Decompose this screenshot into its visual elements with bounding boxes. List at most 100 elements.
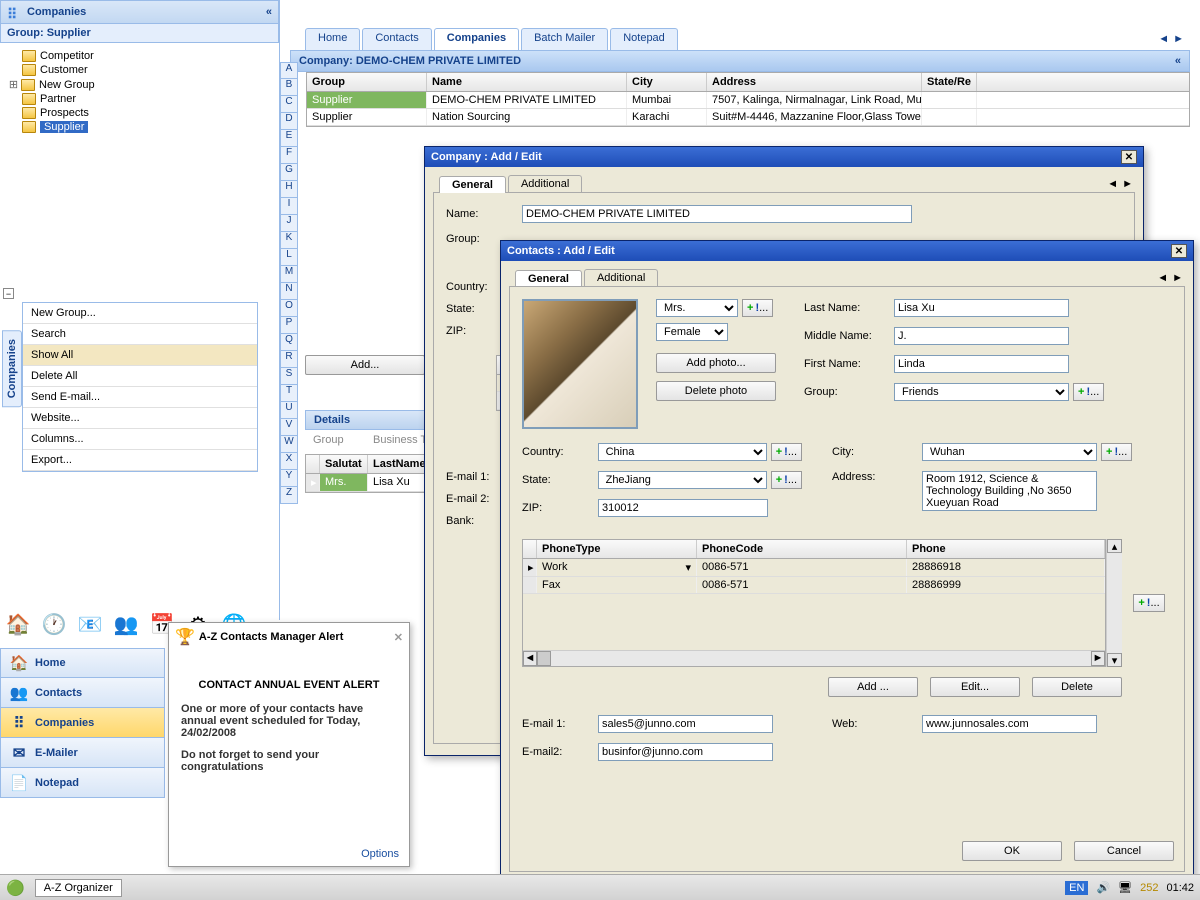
country-select[interactable]: China <box>598 443 767 461</box>
add-option-button[interactable]: +! ... <box>1133 594 1164 612</box>
add-option-button[interactable]: +! ... <box>742 299 773 317</box>
email1-input[interactable] <box>598 715 773 733</box>
phone-row[interactable]: ▸ Work▾ 0086-571 28886918 <box>523 559 1105 577</box>
az-letter-b[interactable]: B <box>280 79 298 96</box>
salutation-select[interactable]: Mrs. <box>656 299 738 317</box>
nav-notepad[interactable]: 📄Notepad <box>0 768 165 798</box>
close-icon[interactable]: ✕ <box>1171 244 1187 258</box>
az-letter-t[interactable]: T <box>280 385 298 402</box>
next-icon[interactable]: ► <box>1172 272 1183 284</box>
address-input[interactable]: Room 1912, Science & Technology Building… <box>922 471 1097 511</box>
nav-contacts[interactable]: 👥Contacts <box>0 678 165 708</box>
start-icon[interactable]: 🟢 <box>6 879 25 897</box>
state-select[interactable]: ZheJiang <box>598 471 767 489</box>
az-letter-e[interactable]: E <box>280 130 298 147</box>
az-letter-a[interactable]: A <box>280 62 298 79</box>
close-icon[interactable]: ✕ <box>394 631 403 644</box>
col-state[interactable]: State/Re <box>922 73 977 91</box>
web-input[interactable] <box>922 715 1097 733</box>
tree-item-competitor[interactable]: Competitor <box>4 49 275 63</box>
delete-photo-button[interactable]: Delete photo <box>656 381 776 401</box>
az-letter-v[interactable]: V <box>280 419 298 436</box>
az-letter-f[interactable]: F <box>280 147 298 164</box>
az-letter-z[interactable]: Z <box>280 487 298 504</box>
delete-phone-button[interactable]: Delete <box>1032 677 1122 697</box>
tab-contacts[interactable]: Contacts <box>362 28 431 50</box>
company-name-input[interactable] <box>522 205 912 223</box>
az-letter-u[interactable]: U <box>280 402 298 419</box>
col-phone[interactable]: Phone <box>907 540 1105 558</box>
tree-item-customer[interactable]: Customer <box>4 63 275 77</box>
menu-send-email[interactable]: Send E-mail... <box>23 387 257 408</box>
mail-icon[interactable]: 📧 <box>76 610 104 638</box>
az-letter-y[interactable]: Y <box>280 470 298 487</box>
tab-additional[interactable]: Additional <box>584 269 658 286</box>
az-letter-n[interactable]: N <box>280 283 298 300</box>
add-phone-button[interactable]: Add ... <box>828 677 918 697</box>
zip-input[interactable] <box>598 499 768 517</box>
az-letter-q[interactable]: Q <box>280 334 298 351</box>
add-button[interactable]: Add... <box>305 355 425 375</box>
home-icon[interactable]: 🏠 <box>4 610 32 638</box>
col-group[interactable]: Group <box>307 73 427 91</box>
add-option-button[interactable]: +! ... <box>771 471 802 489</box>
menu-search[interactable]: Search <box>23 324 257 345</box>
city-select[interactable]: Wuhan <box>922 443 1097 461</box>
grid-row[interactable]: Supplier Nation Sourcing Karachi Suit#M-… <box>307 109 1189 126</box>
col-address[interactable]: Address <box>707 73 922 91</box>
col-name[interactable]: Name <box>427 73 627 91</box>
nav-emailer[interactable]: ✉E-Mailer <box>0 738 165 768</box>
col-salutation[interactable]: Salutat <box>320 455 368 473</box>
col-phonecode[interactable]: PhoneCode <box>697 540 907 558</box>
collapse-icon[interactable]: « <box>266 6 272 18</box>
menu-website[interactable]: Website... <box>23 408 257 429</box>
tab-batchmailer[interactable]: Batch Mailer <box>521 28 608 50</box>
col-phonetype[interactable]: PhoneType <box>537 540 697 558</box>
tree-item-newgroup[interactable]: ⊞New Group <box>4 77 275 92</box>
add-option-button[interactable]: +! ... <box>1101 443 1132 461</box>
gender-select[interactable]: Female <box>656 323 728 341</box>
middlename-input[interactable] <box>894 327 1069 345</box>
az-letter-c[interactable]: C <box>280 96 298 113</box>
dialog-titlebar[interactable]: Contacts : Add / Edit ✕ <box>501 241 1193 261</box>
menu-show-all[interactable]: Show All <box>23 345 257 366</box>
lastname-input[interactable] <box>894 299 1069 317</box>
lang-indicator[interactable]: EN <box>1065 881 1088 895</box>
az-letter-i[interactable]: I <box>280 198 298 215</box>
chevron-down-icon[interactable]: ▾ <box>685 561 691 574</box>
users-icon[interactable]: 👥 <box>112 610 140 638</box>
tree-item-supplier[interactable]: Supplier <box>4 120 275 134</box>
tab-additional[interactable]: Additional <box>508 175 582 192</box>
az-letter-g[interactable]: G <box>280 164 298 181</box>
menu-columns[interactable]: Columns... <box>23 429 257 450</box>
menu-delete-all[interactable]: Delete All <box>23 366 257 387</box>
prev-icon[interactable]: ◄ <box>1157 272 1168 284</box>
az-letter-j[interactable]: J <box>280 215 298 232</box>
az-letter-w[interactable]: W <box>280 436 298 453</box>
options-link[interactable]: Options <box>361 848 399 860</box>
tree-item-prospects[interactable]: Prospects <box>4 106 275 120</box>
menu-export[interactable]: Export... <box>23 450 257 471</box>
ok-button[interactable]: OK <box>962 841 1062 861</box>
cancel-button[interactable]: Cancel <box>1074 841 1174 861</box>
az-letter-d[interactable]: D <box>280 113 298 130</box>
add-option-button[interactable]: +! ... <box>1073 383 1104 401</box>
tab-companies[interactable]: Companies <box>434 28 519 50</box>
az-letter-x[interactable]: X <box>280 453 298 470</box>
nav-companies[interactable]: ⠿Companies <box>0 708 165 738</box>
expand-icon[interactable]: ⊞ <box>8 78 19 91</box>
next-icon[interactable]: ► <box>1122 178 1133 190</box>
dialog-titlebar[interactable]: Company : Add / Edit ✕ <box>425 147 1143 167</box>
scrollbar-vertical[interactable]: ▴▾ <box>1106 539 1122 667</box>
tab-home[interactable]: Home <box>305 28 360 50</box>
group-select[interactable]: Friends <box>894 383 1069 401</box>
clock-icon[interactable]: 🕐 <box>40 610 68 638</box>
az-letter-s[interactable]: S <box>280 368 298 385</box>
col-city[interactable]: City <box>627 73 707 91</box>
tab-general[interactable]: General <box>439 176 506 193</box>
az-letter-r[interactable]: R <box>280 351 298 368</box>
tray-icon[interactable]: 🖥 <box>1118 881 1132 894</box>
taskbar-app[interactable]: A-Z Organizer <box>35 879 122 897</box>
az-letter-l[interactable]: L <box>280 249 298 266</box>
grid-row[interactable]: Supplier DEMO-CHEM PRIVATE LIMITED Mumba… <box>307 92 1189 109</box>
